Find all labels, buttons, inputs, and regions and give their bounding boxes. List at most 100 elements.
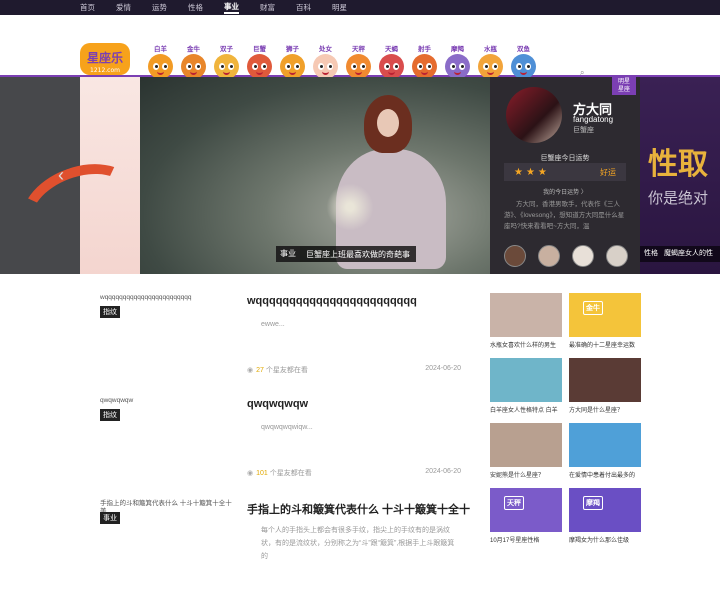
article-summary: 每个人的手指头上都会有很多手纹，指尖上的手纹有的是涡纹状，有的是流纹状，分别称之… [261, 527, 455, 560]
recommend-card[interactable]: 方大同是什么星座？ [569, 358, 641, 414]
nav-item[interactable]: 首页 [80, 2, 95, 13]
zodiac-badge: 摩羯 [583, 496, 603, 510]
recommend-card[interactable]: 水瓶女喜欢什么样的男生 [490, 293, 562, 349]
recommend-caption[interactable]: 方大同是什么星座？ [569, 405, 641, 414]
celebrity-thumb[interactable] [538, 245, 560, 267]
recommend-image[interactable] [569, 358, 641, 402]
nav-item[interactable]: 爱情 [116, 2, 131, 13]
celebrity-thumb[interactable] [504, 245, 526, 267]
article-views: ◉ 101 个星友都在看 [247, 468, 312, 478]
svg-text:星座乐: 星座乐 [87, 50, 123, 65]
zodiac-mascot-icon [379, 54, 404, 79]
site-logo[interactable]: 星座乐 1212.com [80, 37, 130, 81]
article-list: wqqqqqqqqqqqqqqqqqqqqqqqq 指纹 wqqqqqqqqqqqq… [80, 285, 470, 594]
nav-item[interactable]: 性格 [188, 2, 203, 13]
recommend-card[interactable]: 摩羯 摩羯女为什么那么佳级 [569, 488, 641, 544]
article-meta: ◉ 101 个星友都在看 2024-06-20 [247, 468, 461, 478]
article-item[interactable]: 手指上的斗和簸箕代表什么 十斗十簸箕十全十美事业手指上的斗和簸箕代表什么 十斗十… [80, 491, 470, 594]
zodiac-label: 狮子 [286, 46, 299, 53]
slide-caption: 性格 魔蝎座女人的性 [640, 246, 720, 262]
recommend-image[interactable]: 摩羯 [569, 488, 641, 532]
slide-headline: 性取 [648, 148, 708, 181]
view-label: 个星友都在看 [269, 470, 312, 477]
eye-icon: ◉ [247, 470, 254, 477]
view-label: 个星友都在看 [265, 367, 308, 374]
celebrity-sign: 巨蟹座 [573, 127, 594, 134]
svg-text:1212.com: 1212.com [90, 67, 120, 74]
zodiac-mascot-icon [313, 54, 338, 79]
nav-item[interactable]: 财富 [260, 2, 275, 13]
article-item[interactable]: qwqwqwqw 指纹 qwqwqwqw qwqwqwqwiqw... ◉ 101 个星友… [80, 388, 470, 491]
zodiac-label: 白羊 [154, 46, 167, 53]
recommend-card[interactable]: 安妮熊是什么星座？ [490, 423, 562, 479]
banner-caption[interactable]: 事业 巨蟹座上班最喜欢做的奇葩事 [276, 246, 416, 262]
recommend-image[interactable]: 天秤 [490, 488, 562, 532]
recommend-grid: 水瓶女喜欢什么样的男生 金牛 最准确的十二星座幸运数 白羊座女人性格特点 白羊 方大同是… [490, 293, 642, 544]
zodiac-label: 天蝎 [385, 46, 398, 53]
zodiac-badge: 天秤 [504, 496, 524, 510]
recommend-card[interactable]: 白羊座女人性格特点 白羊 [490, 358, 562, 414]
view-count: 27 [256, 367, 264, 374]
zodiac-label: 金牛 [187, 46, 200, 53]
article-title[interactable]: qwqwqwqw [247, 398, 308, 410]
zodiac-label: 巨蟹 [253, 46, 266, 53]
recommend-caption[interactable]: 水瓶女喜欢什么样的男生 [490, 340, 562, 349]
nav-item[interactable]: 百科 [296, 2, 311, 13]
zodiac-mascot-icon [280, 54, 305, 79]
nav-item[interactable]: 运势 [152, 2, 167, 13]
photo-flowers [320, 182, 380, 232]
nav-item[interactable]: 事业 [224, 1, 239, 14]
zodiac-label: 双鱼 [517, 46, 530, 53]
zodiac-mascot-icon [346, 54, 371, 79]
article-thumbnail[interactable]: qwqwqwqw 指纹 [100, 397, 235, 477]
recommend-card[interactable]: 在爱情中患着付出最多的 [569, 423, 641, 479]
zodiac-mascot-icon [181, 54, 206, 79]
my-fortune-link[interactable]: 我的今日运势 〉 [490, 187, 640, 196]
banner-slide-current[interactable]: 事业 巨蟹座上班最喜欢做的奇葩事 [140, 77, 490, 274]
recommend-caption[interactable]: 安妮熊是什么星座？ [490, 470, 562, 479]
celebrity-thumb[interactable] [572, 245, 594, 267]
site-header: 星座乐 1212.com 白羊 金牛 双子 巨蟹 狮子 处女 天秤 天蝎 射手 摩羯 水瓶 双鱼 ⌕ [0, 15, 720, 79]
celebrity-avatar[interactable] [506, 87, 562, 143]
article-category-tag[interactable]: 事业 [100, 512, 120, 524]
recommend-card[interactable]: 金牛最准确的十二星座幸运数 [569, 293, 641, 349]
article-title[interactable]: 手指上的斗和簸箕代表什么 十斗十簸箕十全十 [247, 501, 470, 517]
recommend-image[interactable] [490, 293, 562, 337]
celebrity-pinyin: fangdatong [573, 115, 614, 124]
thumbnail-alt-text: wqqqqqqqqqqqqqqqqqqqqqqqq [100, 294, 192, 301]
article-summary: qwqwqwqwiqw... [261, 424, 313, 431]
recommend-image[interactable]: 金牛 [569, 293, 641, 337]
zodiac-mascot-icon [148, 54, 173, 79]
recommend-image[interactable] [490, 358, 562, 402]
recommend-image[interactable] [490, 423, 562, 467]
zodiac-label: 处女 [319, 46, 332, 53]
article-thumbnail[interactable]: 手指上的斗和簸箕代表什么 十斗十簸箕十全十美事业 [100, 500, 235, 580]
article-category-tag[interactable]: 指纹 [100, 409, 120, 421]
zodiac-label: 射手 [418, 46, 431, 53]
zodiac-badge: 金牛 [583, 301, 603, 315]
chevron-left-icon[interactable]: ‹ [58, 165, 64, 186]
nav-item[interactable]: 明星 [332, 2, 347, 13]
banner-slide-next[interactable]: 性取 你是绝对 性格 魔蝎座女人的性 [640, 77, 720, 274]
article-views: ◉ 27 个星友都在看 [247, 365, 308, 375]
zodiac-mascot-icon [478, 54, 503, 79]
article-title[interactable]: wqqqqqqqqqqqqqqqqqqqqqqqq [247, 295, 417, 307]
celebrity-thumbs [504, 245, 628, 267]
recommend-caption[interactable]: 最准确的十二星座幸运数 [569, 340, 641, 349]
banner-category-tag: 事业 [276, 246, 300, 262]
zodiac-label: 水瓶 [484, 46, 497, 53]
recommend-image[interactable] [569, 423, 641, 467]
banner-slide-prev[interactable] [0, 77, 140, 274]
recommend-caption[interactable]: 在爱情中患着付出最多的 [569, 470, 641, 479]
article-meta: ◉ 27 个星友都在看 2024-06-20 [247, 365, 461, 375]
article-item[interactable]: wqqqqqqqqqqqqqqqqqqqqqqqq 指纹 wqqqqqqqqqqqq… [80, 285, 470, 388]
article-thumbnail[interactable]: wqqqqqqqqqqqqqqqqqqqqqqqq 指纹 [100, 294, 235, 374]
article-date: 2024-06-20 [425, 468, 461, 475]
banner-carousel: 事业 巨蟹座上班最喜欢做的奇葩事 ‹ › 明星 星座 方大同 fangdaton… [0, 77, 720, 274]
celebrity-thumb[interactable] [606, 245, 628, 267]
recommend-caption[interactable]: 白羊座女人性格特点 白羊 [490, 405, 562, 414]
article-category-tag[interactable]: 指纹 [100, 306, 120, 318]
zodiac-mascot-icon [247, 54, 272, 79]
recommend-card[interactable]: 天秤 10月17号星座性格 [490, 488, 562, 544]
fortune-title: 巨蟹座今日运势 [540, 155, 590, 162]
